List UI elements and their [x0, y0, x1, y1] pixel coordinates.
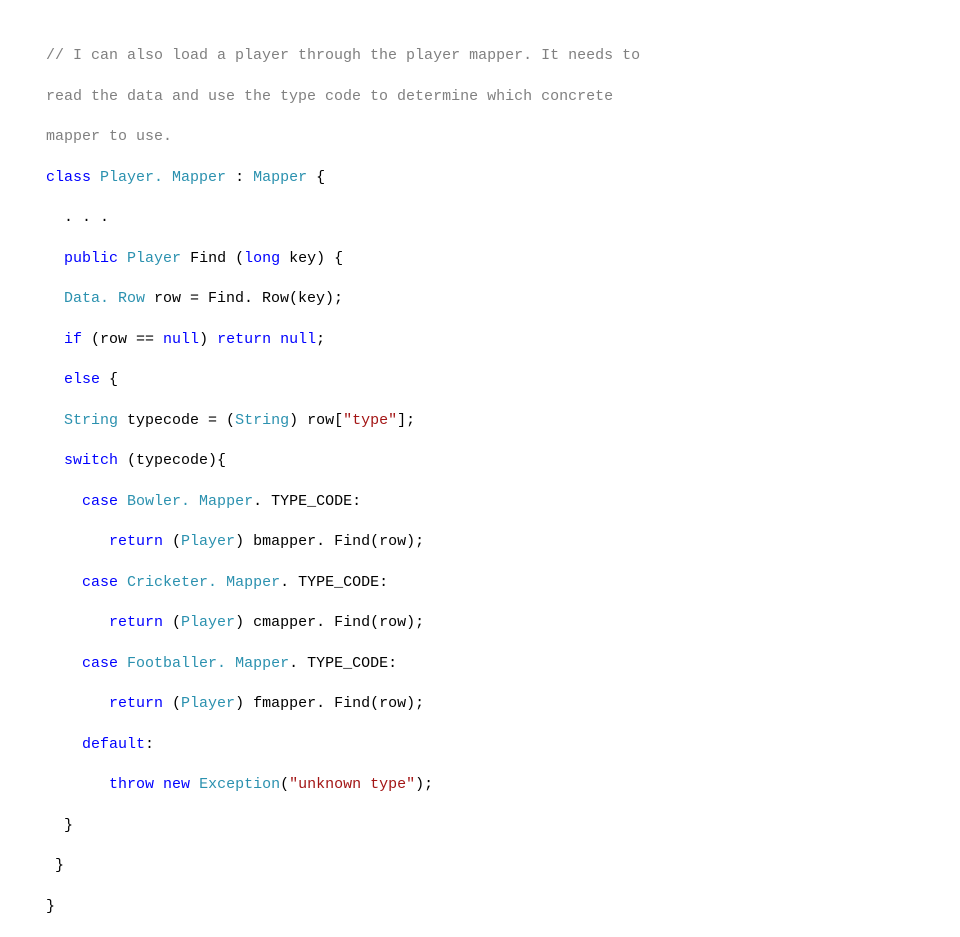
code-line-case-bowler: case Bowler. Mapper. TYPE_CODE:: [46, 492, 960, 512]
code-line-brace-3: }: [46, 897, 960, 917]
code-line-return-bowler: return (Player) bmapper. Find(row);: [46, 532, 960, 552]
code-line-else: else {: [46, 370, 960, 390]
code-line-typecode: String typecode = (String) row["type"];: [46, 411, 960, 431]
code-comment-3: mapper to use.: [46, 127, 960, 147]
code-line-if: if (row == null) return null;: [46, 330, 960, 350]
code-line-switch: switch (typecode){: [46, 451, 960, 471]
code-line-ellipsis: . . .: [46, 208, 960, 228]
code-line-datarow: Data. Row row = Find. Row(key);: [46, 289, 960, 309]
code-comment-2: read the data and use the type code to d…: [46, 87, 960, 107]
code-line-class: class Player. Mapper : Mapper {: [46, 168, 960, 188]
code-line-brace-2: }: [46, 856, 960, 876]
code-line-case-cricketer: case Cricketer. Mapper. TYPE_CODE:: [46, 573, 960, 593]
code-line-brace-1: }: [46, 816, 960, 836]
code-line-case-footballer: case Footballer. Mapper. TYPE_CODE:: [46, 654, 960, 674]
code-line-return-footballer: return (Player) fmapper. Find(row);: [46, 694, 960, 714]
code-block: // I can also load a player through the …: [0, 0, 960, 937]
code-comment-1: // I can also load a player through the …: [46, 46, 960, 66]
code-line-return-cricketer: return (Player) cmapper. Find(row);: [46, 613, 960, 633]
code-line-find-sig: public Player Find (long key) {: [46, 249, 960, 269]
code-line-throw: throw new Exception("unknown type");: [46, 775, 960, 795]
code-line-default: default:: [46, 735, 960, 755]
